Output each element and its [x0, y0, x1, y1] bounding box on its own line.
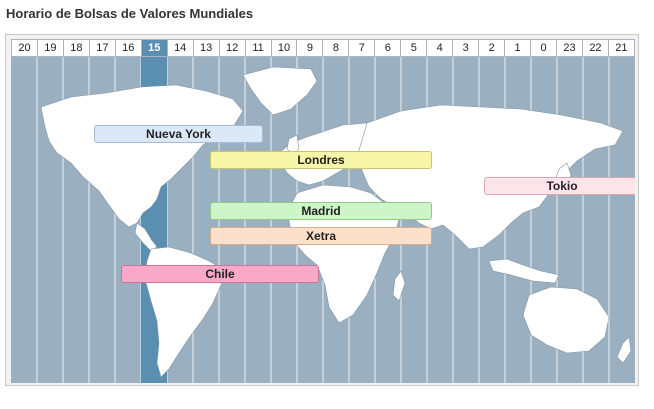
market-label: Madrid — [301, 204, 341, 218]
hour-cell[interactable]: 16 — [116, 40, 142, 56]
hour-cell[interactable]: 18 — [64, 40, 90, 56]
hour-cell[interactable]: 2 — [479, 40, 506, 56]
hour-cell[interactable]: 17 — [90, 40, 116, 56]
hour-cell[interactable]: 8 — [323, 40, 350, 56]
page-title: Horario de Bolsas de Valores Mundiales — [6, 6, 254, 21]
hour-cell[interactable]: 1 — [505, 40, 532, 56]
hour-cell[interactable]: 19 — [38, 40, 64, 56]
market-bar-nueva-york[interactable]: Nueva York — [94, 125, 263, 143]
market-hours-widget: 20 19 18 17 16 15 14 13 12 11 10 9 8 7 6 5 4 3 2 1 0 23 22 21 — [5, 34, 639, 386]
hour-cell[interactable]: 14 — [168, 40, 194, 56]
market-bar-madrid[interactable]: Madrid — [210, 202, 432, 220]
market-bar-chile[interactable]: Chile — [121, 265, 319, 283]
hour-cell[interactable]: 12 — [220, 40, 246, 56]
hour-cell[interactable]: 6 — [375, 40, 402, 56]
market-label: Chile — [205, 267, 235, 281]
hour-cell[interactable]: 11 — [246, 40, 272, 56]
market-label: Nueva York — [146, 127, 211, 141]
world-map: Nueva York Londres Tokio Madrid Xetra Ch… — [11, 57, 635, 383]
hour-cell[interactable]: 21 — [609, 40, 634, 56]
world-map-graphic — [36, 57, 632, 383]
hour-cell[interactable]: 15 — [141, 40, 168, 56]
hour-cell[interactable]: 3 — [453, 40, 480, 56]
hour-cell[interactable]: 20 — [12, 40, 38, 56]
hour-cell[interactable]: 7 — [349, 40, 376, 56]
hour-cell[interactable]: 22 — [583, 40, 609, 56]
market-label: Xetra — [305, 229, 337, 243]
hour-cell[interactable]: 4 — [427, 40, 454, 56]
hour-cell[interactable]: 0 — [531, 40, 558, 56]
hour-cell[interactable]: 23 — [557, 40, 583, 56]
hour-cell[interactable]: 13 — [194, 40, 220, 56]
market-bar-tokio[interactable]: Tokio — [484, 177, 635, 195]
hour-scale: 20 19 18 17 16 15 14 13 12 11 10 9 8 7 6 5 4 3 2 1 0 23 22 21 — [11, 39, 635, 57]
market-label: Londres — [297, 153, 345, 167]
continents — [40, 66, 632, 378]
market-bar-xetra[interactable]: Xetra — [210, 227, 432, 245]
hour-cell[interactable]: 10 — [272, 40, 298, 56]
hour-cell[interactable]: 9 — [297, 40, 324, 56]
market-label: Tokio — [546, 179, 578, 193]
hour-cell[interactable]: 5 — [401, 40, 428, 56]
market-bar-londres[interactable]: Londres — [210, 151, 432, 169]
